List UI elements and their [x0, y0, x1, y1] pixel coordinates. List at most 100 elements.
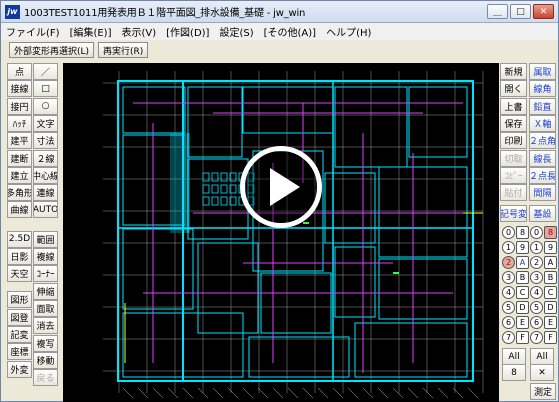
right-tool-button[interactable]: 属取 [529, 63, 556, 80]
layer-button[interactable]: 6 [530, 316, 543, 329]
play-button[interactable] [240, 146, 322, 228]
left-tool-button[interactable]: 2.5D [7, 230, 32, 248]
left-tool-button[interactable]: 複線 [33, 248, 58, 266]
layer-button[interactable]: 7 [530, 331, 543, 344]
left-tool-button[interactable]: 接線 [7, 80, 32, 98]
layer-button[interactable]: 2 [530, 256, 543, 269]
left-tool-button[interactable]: 座標 [7, 343, 32, 361]
left-tool-button[interactable]: 外変 [7, 360, 32, 378]
layer-button[interactable]: 9 [516, 241, 529, 254]
layer-button[interactable]: A [544, 256, 557, 269]
layer-button[interactable]: 3 [530, 271, 543, 284]
layer-button[interactable]: 4 [530, 286, 543, 299]
layer-button[interactable]: A [516, 256, 529, 269]
left-tool-button[interactable]: 記変 [7, 325, 32, 343]
all-layers-left-button[interactable]: All [502, 348, 526, 365]
layer-button[interactable]: D [544, 301, 557, 314]
left-tool-button[interactable]: ／ [33, 63, 58, 80]
left-tool-button[interactable]: ２線 [33, 149, 58, 167]
layer-group-number-button[interactable]: 8 [502, 364, 526, 381]
re-execute-button[interactable]: 再実行(R) [98, 42, 149, 58]
right-tool-button[interactable]: 切取 [500, 149, 527, 167]
right-tool-button[interactable]: 線角 [529, 80, 556, 98]
right-tool-button[interactable]: ２点長 [529, 166, 556, 184]
menu-item-4[interactable]: 設定(S) [214, 24, 258, 39]
right-tool-button[interactable]: ２点角 [529, 132, 556, 150]
layer-button[interactable]: 2 [502, 256, 515, 269]
left-tool-button[interactable]: AUTO [33, 201, 58, 219]
layer-button[interactable]: C [544, 286, 557, 299]
measure-button[interactable]: 測定 [530, 383, 556, 400]
layer-button[interactable]: 5 [530, 301, 543, 314]
left-tool-button[interactable]: 接円 [7, 97, 32, 115]
layer-button[interactable]: 0 [502, 226, 515, 239]
layer-button[interactable]: F [516, 331, 529, 344]
layer-button[interactable]: 1 [502, 241, 515, 254]
right-tool-button[interactable]: 印刷 [500, 132, 527, 150]
left-tool-button[interactable]: ○ [33, 97, 58, 115]
left-tool-button[interactable]: 建平 [7, 132, 32, 150]
right-tool-button[interactable]: 鉛直 [529, 97, 556, 115]
layer-button[interactable]: D [516, 301, 529, 314]
left-tool-button[interactable]: 移動 [33, 351, 58, 369]
left-tool-button[interactable]: 図登 [7, 308, 32, 326]
all-layers-right-button[interactable]: All [530, 348, 554, 365]
left-tool-button[interactable]: 伸縮 [33, 282, 58, 300]
maximize-button[interactable]: □ [510, 4, 531, 19]
layer-button[interactable]: 8 [544, 226, 557, 239]
right-tool-button[interactable]: 貼付 [500, 184, 527, 202]
right-tool-button[interactable]: 上書 [500, 97, 527, 115]
minimize-button[interactable]: ＿ [487, 4, 508, 19]
layer-button[interactable]: 3 [502, 271, 515, 284]
left-tool-button[interactable]: ﾊｯﾁ [7, 114, 32, 132]
left-tool-button[interactable]: 複写 [33, 334, 58, 352]
layer-button[interactable]: 5 [502, 301, 515, 314]
menu-item-2[interactable]: 表示(V) [117, 24, 162, 39]
external-transform-reselect-button[interactable]: 外部変形再選択(L) [9, 42, 95, 58]
layer-button[interactable]: 6 [502, 316, 515, 329]
left-tool-button[interactable]: 日影 [7, 248, 32, 266]
left-tool-button[interactable]: 戻る [33, 369, 58, 387]
right-tool-button[interactable]: 新規 [500, 63, 527, 80]
left-tool-button[interactable]: 連線 [33, 184, 58, 202]
left-tool-button[interactable]: 寸法 [33, 132, 58, 150]
layer-button[interactable]: E [544, 316, 557, 329]
close-button[interactable]: ✕ [533, 4, 554, 19]
layer-button[interactable]: B [544, 271, 557, 284]
left-tool-button[interactable]: 範囲 [33, 230, 58, 248]
left-tool-button[interactable]: 建断 [7, 149, 32, 167]
drawing-canvas[interactable] [63, 63, 499, 402]
left-tool-button[interactable]: □ [33, 80, 58, 98]
left-tool-button[interactable]: 図形 [7, 291, 32, 309]
menu-item-3[interactable]: [作図(D)] [161, 24, 214, 39]
layer-button[interactable]: 8 [516, 226, 529, 239]
left-tool-button[interactable]: 中心線 [33, 166, 58, 184]
jw-app-icon[interactable]: jw [5, 4, 20, 19]
right-tool-button[interactable]: 基設 [529, 204, 556, 222]
layer-button[interactable]: 9 [544, 241, 557, 254]
left-tool-button[interactable]: 面取 [33, 300, 58, 317]
left-tool-button[interactable]: 曲線 [7, 201, 32, 219]
menu-item-0[interactable]: ファイル(F) [1, 24, 65, 39]
left-tool-button[interactable]: 多角形 [7, 184, 32, 202]
left-tool-button[interactable]: 天空 [7, 265, 32, 283]
layer-button[interactable]: 1 [530, 241, 543, 254]
layer-button[interactable]: C [516, 286, 529, 299]
right-tool-button[interactable]: 間隔 [529, 184, 556, 202]
right-tool-button[interactable]: 開く [500, 80, 527, 98]
layer-button[interactable]: E [516, 316, 529, 329]
layer-button[interactable]: 4 [502, 286, 515, 299]
left-tool-button[interactable]: ｺｰﾅｰ [33, 265, 58, 283]
cross-button[interactable]: ✕ [530, 364, 554, 381]
layer-button[interactable]: F [544, 331, 557, 344]
menu-item-5[interactable]: [その他(A)] [259, 24, 321, 39]
right-tool-button[interactable]: ｺﾋﾟｰ [500, 166, 527, 184]
menu-item-1[interactable]: [編集(E)] [65, 24, 117, 39]
right-tool-button[interactable]: Ｘ軸 [529, 114, 556, 132]
layer-button[interactable]: 0 [530, 226, 543, 239]
right-tool-button[interactable]: 保存 [500, 114, 527, 132]
left-tool-button[interactable]: 点 [7, 63, 32, 80]
layer-button[interactable]: 7 [502, 331, 515, 344]
right-tool-button[interactable]: 線記号変形 [500, 204, 527, 222]
left-tool-button[interactable]: 消去 [33, 317, 58, 335]
